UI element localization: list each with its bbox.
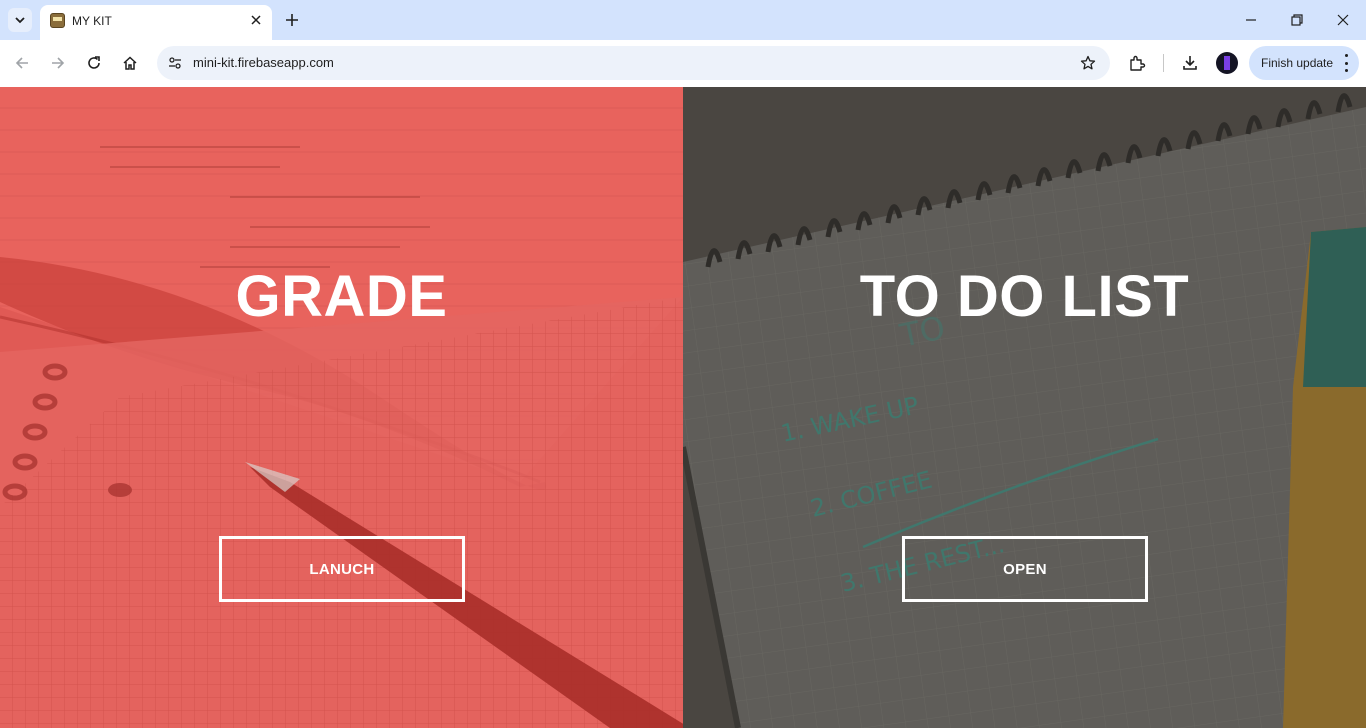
plus-icon (286, 14, 298, 26)
site-favicon-icon (50, 13, 65, 28)
grade-panel: GRADE LANUCH (0, 87, 683, 728)
finish-update-button[interactable]: Finish update (1249, 46, 1359, 80)
browser-tab[interactable]: MY KIT (40, 5, 272, 40)
forward-arrow-icon (52, 57, 65, 69)
close-window-icon (1337, 14, 1349, 26)
star-icon (1080, 55, 1096, 70)
profile-avatar[interactable] (1216, 52, 1238, 74)
url-text[interactable]: mini-kit.firebaseapp.com (193, 55, 334, 70)
restore-icon (1291, 14, 1303, 26)
chevron-down-icon (15, 17, 25, 24)
site-info-button[interactable] (165, 53, 185, 73)
back-button[interactable] (11, 52, 33, 74)
tab-strip: MY KIT (0, 0, 1366, 40)
notepad-item-2-text: 2. COFFEE (808, 466, 935, 523)
tab-close-button[interactable] (248, 12, 264, 28)
bookmark-button[interactable] (1078, 53, 1098, 73)
close-icon (251, 15, 261, 25)
notepad-handwriting: TO 1. WAKE UP 2. COFFEE 3. THE REST... (778, 308, 1007, 597)
tab-title: MY KIT (72, 14, 112, 28)
reload-icon (88, 56, 100, 69)
extensions-button[interactable] (1126, 52, 1148, 74)
toolbar-divider (1163, 54, 1164, 72)
todo-panel: TO 1. WAKE UP 2. COFFEE 3. THE REST... T… (683, 87, 1366, 728)
restore-button[interactable] (1287, 10, 1307, 30)
download-icon (1183, 56, 1197, 70)
back-arrow-icon (15, 57, 28, 69)
minimize-button[interactable] (1241, 10, 1261, 30)
grade-title: GRADE (235, 264, 448, 329)
notepad-item-1-text: 1. WAKE UP (778, 391, 921, 447)
close-window-button[interactable] (1333, 10, 1353, 30)
new-tab-button[interactable] (282, 10, 302, 30)
extensions-icon (1130, 55, 1146, 71)
tab-search-button[interactable] (8, 8, 32, 32)
browser-toolbar: mini-kit.firebaseapp.com Finish update (0, 40, 1366, 87)
open-button[interactable]: OPEN (902, 536, 1148, 602)
lanuch-button[interactable]: LANUCH (219, 536, 465, 602)
todo-title: TO DO LIST (859, 264, 1190, 329)
minimize-icon (1246, 19, 1256, 21)
home-button[interactable] (119, 52, 141, 74)
lanuch-button-label: LANUCH (309, 560, 375, 578)
more-vert-icon (1343, 54, 1349, 72)
address-bar[interactable]: mini-kit.firebaseapp.com (157, 46, 1110, 80)
home-icon (123, 56, 137, 70)
page-content: GRADE LANUCH TO 1. WAKE UP 2. COFFEE 3. … (0, 87, 1366, 728)
site-settings-icon (169, 57, 181, 69)
finish-update-label: Finish update (1261, 56, 1334, 70)
downloads-button[interactable] (1179, 52, 1201, 74)
forward-button[interactable] (47, 52, 69, 74)
open-button-label: OPEN (1003, 560, 1047, 578)
reload-button[interactable] (83, 52, 105, 74)
math-book-background-image (0, 87, 683, 728)
